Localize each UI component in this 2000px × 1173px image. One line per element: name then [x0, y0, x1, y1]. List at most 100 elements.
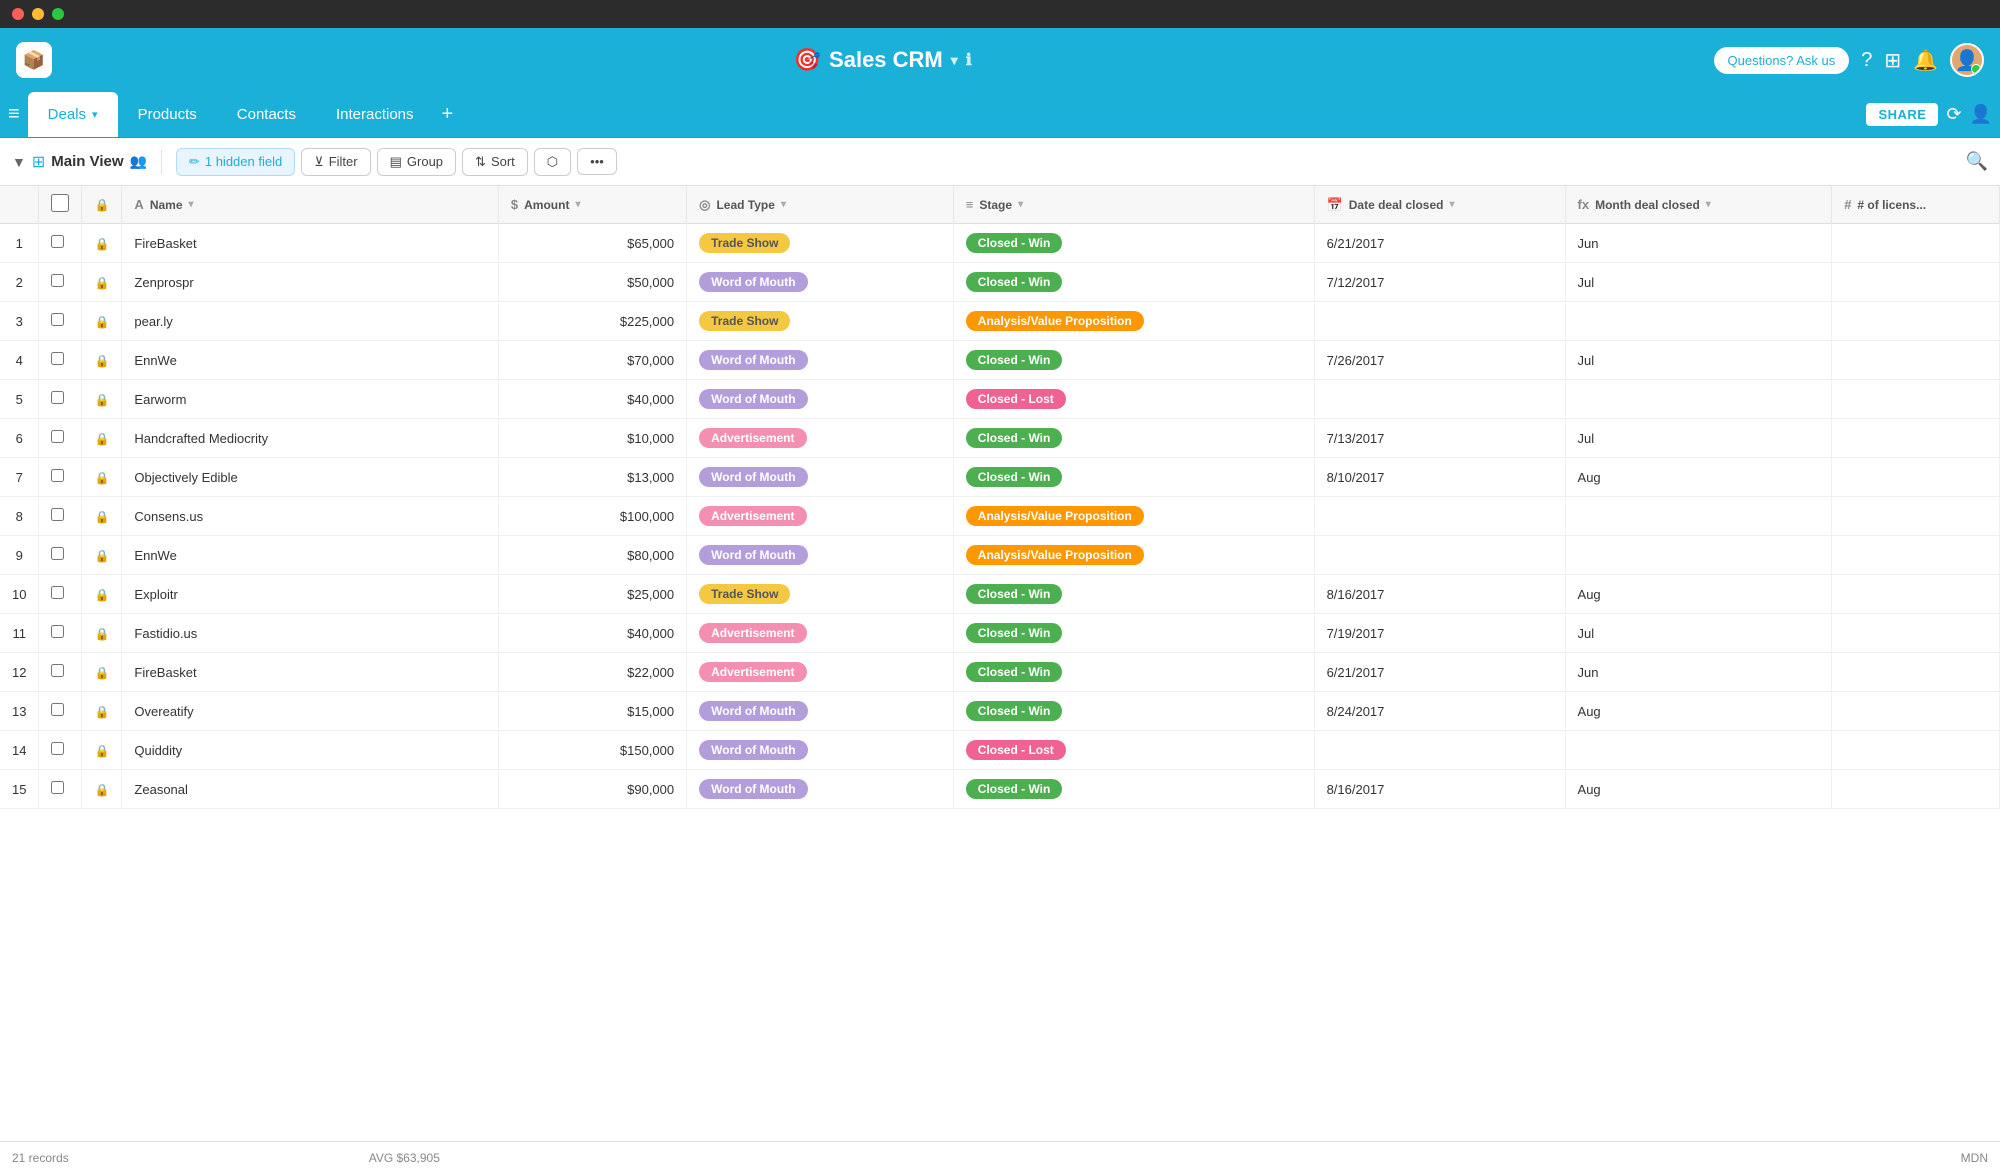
apps-grid-icon[interactable]: ⊞	[1884, 48, 1901, 73]
row-name[interactable]: Fastidio.us	[122, 614, 498, 653]
row-select-checkbox[interactable]	[51, 391, 64, 404]
title-dropdown[interactable]: ▾	[951, 52, 958, 69]
history-icon[interactable]: ⟳	[1946, 104, 1961, 125]
select-all-checkbox[interactable]	[51, 194, 69, 212]
avatar[interactable]: 👤	[1950, 43, 1984, 77]
row-name[interactable]: Overeatify	[122, 692, 498, 731]
row-select-checkbox[interactable]	[51, 586, 64, 599]
ask-us-button[interactable]: Questions? Ask us	[1714, 47, 1850, 74]
th-month-deal-closed[interactable]: fx Month deal closed ▾	[1565, 186, 1832, 224]
th-stage[interactable]: ≡ Stage ▾	[953, 186, 1314, 224]
row-select-checkbox[interactable]	[51, 235, 64, 248]
add-tab-button[interactable]: +	[434, 103, 462, 126]
row-select-checkbox[interactable]	[51, 742, 64, 755]
table-row[interactable]: 3 🔒 pear.ly $225,000 Trade Show Analysis…	[0, 302, 2000, 341]
th-name[interactable]: A Name ▾	[122, 186, 498, 224]
row-name[interactable]: Consens.us	[122, 497, 498, 536]
row-select-checkbox[interactable]	[51, 469, 64, 482]
filter-button[interactable]: ⊻ Filter	[301, 148, 370, 176]
row-select-checkbox[interactable]	[51, 703, 64, 716]
tab-deals[interactable]: Deals ▾	[28, 92, 118, 137]
hidden-fields-button[interactable]: ✏ 1 hidden field	[176, 148, 295, 176]
row-checkbox-cell[interactable]	[39, 653, 82, 692]
row-select-checkbox[interactable]	[51, 313, 64, 326]
table-row[interactable]: 6 🔒 Handcrafted Mediocrity $10,000 Adver…	[0, 419, 2000, 458]
row-checkbox-cell[interactable]	[39, 458, 82, 497]
row-name[interactable]: Exploitr	[122, 575, 498, 614]
th-checkbox[interactable]	[39, 186, 82, 224]
row-checkbox-cell[interactable]	[39, 302, 82, 341]
row-checkbox-cell[interactable]	[39, 341, 82, 380]
th-date-deal-closed[interactable]: 📅 Date deal closed ▾	[1314, 186, 1565, 224]
row-checkbox-cell[interactable]	[39, 224, 82, 263]
more-options-button[interactable]: •••	[577, 148, 617, 175]
close-button[interactable]	[12, 8, 24, 20]
search-button[interactable]: 🔍	[1966, 151, 1988, 172]
row-select-checkbox[interactable]	[51, 274, 64, 287]
table-row[interactable]: 8 🔒 Consens.us $100,000 Advertisement An…	[0, 497, 2000, 536]
row-checkbox-cell[interactable]	[39, 614, 82, 653]
row-checkbox-cell[interactable]	[39, 263, 82, 302]
row-checkbox-cell[interactable]	[39, 575, 82, 614]
export-button[interactable]: ⬡	[534, 148, 571, 176]
table-row[interactable]: 14 🔒 Quiddity $150,000 Word of Mouth Clo…	[0, 731, 2000, 770]
row-checkbox-cell[interactable]	[39, 419, 82, 458]
row-checkbox-cell[interactable]	[39, 497, 82, 536]
row-name[interactable]: Zeasonal	[122, 770, 498, 809]
table-row[interactable]: 1 🔒 FireBasket $65,000 Trade Show Closed…	[0, 224, 2000, 263]
tab-contacts[interactable]: Contacts	[217, 92, 316, 137]
row-select-checkbox[interactable]	[51, 625, 64, 638]
row-select-checkbox[interactable]	[51, 430, 64, 443]
th-num-licenses[interactable]: # # of licens...	[1832, 186, 2000, 224]
month-col-icon: fx	[1578, 197, 1590, 212]
notifications-icon[interactable]: 🔔	[1913, 48, 1938, 73]
help-icon[interactable]: ?	[1861, 49, 1872, 72]
tab-interactions[interactable]: Interactions	[316, 92, 434, 137]
row-name[interactable]: FireBasket	[122, 224, 498, 263]
tab-products[interactable]: Products	[118, 92, 217, 137]
table-row[interactable]: 11 🔒 Fastidio.us $40,000 Advertisement C…	[0, 614, 2000, 653]
share-button[interactable]: SHARE	[1866, 103, 1938, 126]
table-row[interactable]: 12 🔒 FireBasket $22,000 Advertisement Cl…	[0, 653, 2000, 692]
stage-badge: Closed - Win	[966, 662, 1063, 682]
row-name[interactable]: EnnWe	[122, 536, 498, 575]
table-row[interactable]: 7 🔒 Objectively Edible $13,000 Word of M…	[0, 458, 2000, 497]
row-checkbox-cell[interactable]	[39, 692, 82, 731]
row-name[interactable]: EnnWe	[122, 341, 498, 380]
collapse-button[interactable]: ▼	[12, 154, 26, 170]
row-select-checkbox[interactable]	[51, 781, 64, 794]
table-row[interactable]: 13 🔒 Overeatify $15,000 Word of Mouth Cl…	[0, 692, 2000, 731]
row-select-checkbox[interactable]	[51, 547, 64, 560]
table-row[interactable]: 5 🔒 Earworm $40,000 Word of Mouth Closed…	[0, 380, 2000, 419]
row-name[interactable]: Zenprospr	[122, 263, 498, 302]
title-icon: 🎯	[794, 47, 821, 73]
row-name[interactable]: Quiddity	[122, 731, 498, 770]
row-checkbox-cell[interactable]	[39, 770, 82, 809]
th-amount[interactable]: $ Amount ▾	[498, 186, 686, 224]
table-row[interactable]: 9 🔒 EnnWe $80,000 Word of Mouth Analysis…	[0, 536, 2000, 575]
info-icon[interactable]: ℹ	[966, 50, 972, 70]
row-name[interactable]: FireBasket	[122, 653, 498, 692]
table-row[interactable]: 2 🔒 Zenprospr $50,000 Word of Mouth Clos…	[0, 263, 2000, 302]
minimize-button[interactable]	[32, 8, 44, 20]
nav-users-icon[interactable]: 👤	[1970, 104, 1992, 125]
row-select-checkbox[interactable]	[51, 508, 64, 521]
table-row[interactable]: 4 🔒 EnnWe $70,000 Word of Mouth Closed -…	[0, 341, 2000, 380]
row-checkbox-cell[interactable]	[39, 731, 82, 770]
stage-badge: Closed - Win	[966, 428, 1063, 448]
table-row[interactable]: 10 🔒 Exploitr $25,000 Trade Show Closed …	[0, 575, 2000, 614]
row-checkbox-cell[interactable]	[39, 536, 82, 575]
row-name[interactable]: Handcrafted Mediocrity	[122, 419, 498, 458]
row-name[interactable]: Earworm	[122, 380, 498, 419]
row-name[interactable]: pear.ly	[122, 302, 498, 341]
row-select-checkbox[interactable]	[51, 352, 64, 365]
th-lead-type[interactable]: ◎ Lead Type ▾	[687, 186, 954, 224]
row-select-checkbox[interactable]	[51, 664, 64, 677]
hamburger-menu-icon[interactable]: ≡	[8, 103, 20, 126]
row-checkbox-cell[interactable]	[39, 380, 82, 419]
fullscreen-button[interactable]	[52, 8, 64, 20]
row-name[interactable]: Objectively Edible	[122, 458, 498, 497]
table-row[interactable]: 15 🔒 Zeasonal $90,000 Word of Mouth Clos…	[0, 770, 2000, 809]
group-button[interactable]: ▤ Group	[377, 148, 456, 176]
sort-button[interactable]: ⇅ Sort	[462, 148, 528, 176]
